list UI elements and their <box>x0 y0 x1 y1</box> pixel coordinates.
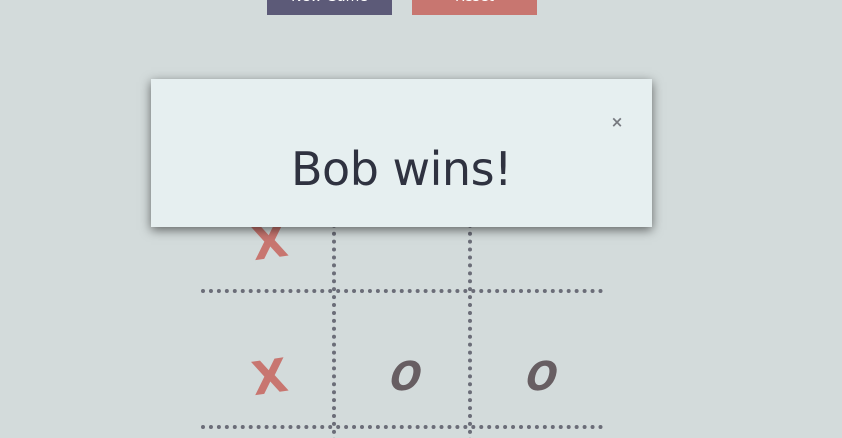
x-mark: X <box>248 347 292 407</box>
new-game-button[interactable]: New Game <box>267 0 392 15</box>
close-icon[interactable]: × <box>610 113 624 131</box>
board-cell-r1-c1[interactable]: O <box>340 311 472 438</box>
board-cell-r1-c0[interactable]: X <box>204 311 336 438</box>
o-mark: O <box>523 354 561 400</box>
o-mark: O <box>387 354 425 400</box>
winner-modal: × Bob wins! <box>151 79 652 227</box>
game-screen: New Game Reset X X O O × Bob wins! <box>0 0 842 438</box>
board-cell-r1-c2[interactable]: O <box>476 311 608 438</box>
reset-button[interactable]: Reset <box>412 0 537 15</box>
winner-message: Bob wins! <box>291 142 513 196</box>
